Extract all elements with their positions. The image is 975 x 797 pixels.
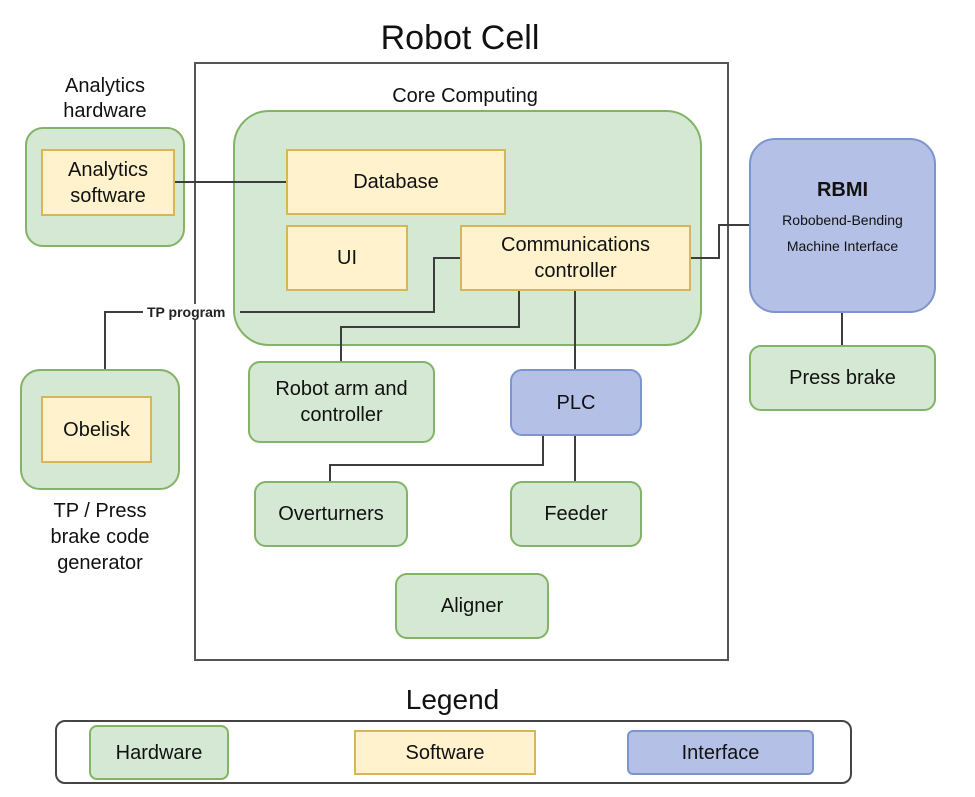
edge-comms-robot-arm — [340, 291, 520, 361]
edge-comms-rbmi — [691, 224, 749, 259]
legend-item-interface: Interface — [627, 730, 814, 775]
edge-comms-tp-program — [240, 257, 460, 313]
edge-plc-overturners — [329, 436, 544, 481]
connectors — [104, 181, 843, 481]
edge-tp-program-obelisk — [104, 311, 143, 369]
legend-title: Legend — [405, 684, 500, 715]
legend-item-hardware: Hardware — [89, 725, 229, 780]
tp-program-edge-label: TP program — [146, 304, 227, 320]
legend-item-software: Software — [354, 730, 536, 775]
